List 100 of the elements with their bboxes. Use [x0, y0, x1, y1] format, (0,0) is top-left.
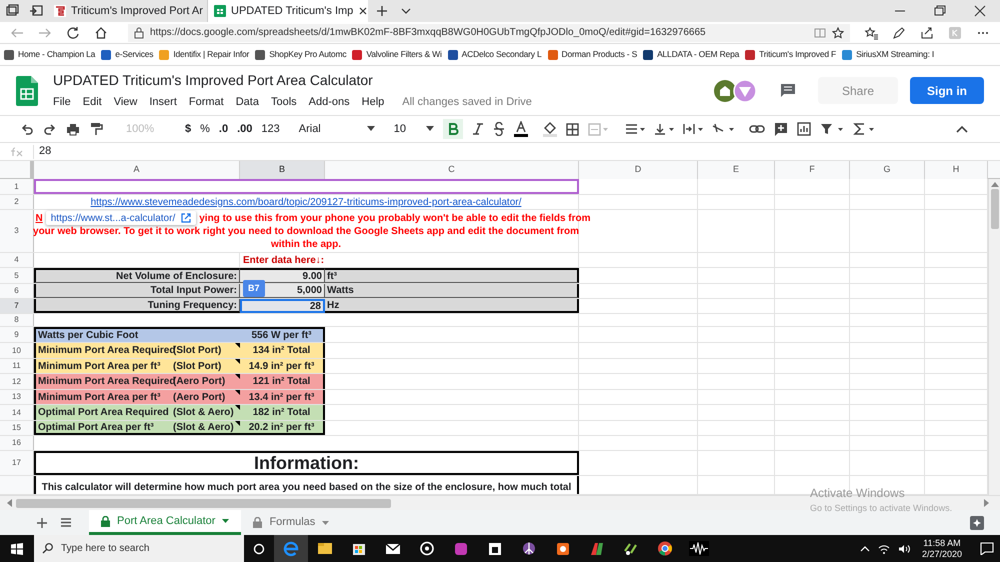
row-header[interactable]: 17 [0, 451, 34, 475]
speaker-icon[interactable] [898, 544, 910, 554]
search-input[interactable]: Type here to search [61, 541, 231, 556]
scroll-up-icon[interactable] [990, 181, 998, 187]
share-icon[interactable] [920, 26, 934, 40]
sheet-tab[interactable]: Formulas [241, 510, 342, 535]
reload-icon[interactable] [66, 26, 80, 40]
column-header[interactable]: G [850, 161, 925, 179]
close-icon[interactable] [358, 6, 368, 16]
text-color-icon[interactable] [514, 121, 528, 137]
home-icon[interactable] [94, 26, 108, 40]
edge-browser-icon[interactable] [274, 535, 308, 562]
text-wrap-icon[interactable] [682, 123, 703, 135]
menu-item[interactable]: Tools [270, 94, 297, 111]
filter-icon[interactable] [820, 123, 844, 135]
task-view-icon[interactable] [253, 542, 265, 554]
row-header[interactable]: 16 [0, 436, 34, 450]
row-header[interactable]: 12 [0, 374, 34, 389]
percent-format[interactable]: % [200, 120, 210, 138]
strikethrough-icon[interactable] [492, 122, 505, 136]
reading-view-icon[interactable] [814, 26, 826, 38]
row-header[interactable]: 10 [0, 343, 34, 358]
formula-input[interactable]: 28 [34, 143, 1000, 160]
menu-item[interactable]: Edit [82, 94, 102, 111]
row-header[interactable]: 2 [0, 195, 34, 209]
comment-icon[interactable] [780, 82, 796, 98]
row-header[interactable]: 14 [0, 405, 34, 420]
row-header[interactable]: 8 [0, 314, 34, 326]
collapse-icon[interactable] [956, 125, 968, 133]
address-field[interactable]: https://docs.google.com/spreadsheets/d/1mwBK02mF-8BF3mxqqB8WG0H0GUbTmgQfpJODlo_0moQ/edit#gid=1632976665 [128, 24, 850, 42]
star-icon[interactable] [832, 26, 844, 38]
row-header[interactable]: 1 [0, 179, 34, 194]
paint-format-icon[interactable] [89, 122, 103, 136]
row-header[interactable]: 15 [0, 421, 34, 435]
search-box[interactable]: Type here to search [34, 535, 244, 562]
merged-cell[interactable] [34, 179, 579, 194]
row-header[interactable]: 11 [0, 359, 34, 373]
tab-actions-icon[interactable] [5, 4, 19, 18]
row-header[interactable]: 4 [0, 253, 34, 267]
align-icon[interactable] [624, 123, 645, 135]
external-link-icon[interactable] [181, 213, 192, 223]
menu-item[interactable]: Help [362, 94, 384, 111]
set-aside-tabs-icon[interactable] [29, 4, 43, 18]
scrollbar-thumb[interactable] [16, 498, 391, 508]
link-icon[interactable] [748, 124, 765, 134]
input-cell[interactable]: 9.00 [240, 268, 325, 283]
vertical-align-icon[interactable] [654, 123, 674, 135]
bookmark-link[interactable]: SiriusXM Streaming: I [842, 48, 934, 61]
bookmark-link[interactable]: e-Services [101, 48, 154, 61]
chart-icon[interactable] [796, 122, 811, 136]
scrollbar-thumb[interactable] [990, 189, 998, 229]
sheet-tab[interactable]: Port Area Calculator [89, 510, 242, 535]
menu-item[interactable]: Data [236, 94, 259, 111]
all-sheets-icon[interactable] [61, 518, 71, 527]
sign-in-button[interactable]: Sign in [910, 77, 984, 104]
row-header[interactable]: 5 [0, 268, 34, 283]
column-header[interactable]: H [925, 161, 988, 179]
url-link[interactable]: https://www.stevemeadedesigns.com/board/topic/209127-triticums-improved-port-area-calculator/ [90, 194, 522, 210]
menu-item[interactable]: View [114, 94, 138, 111]
decrease-decimals[interactable]: .0 [218, 120, 228, 138]
bookmark-link[interactable]: Home - Champion La [4, 48, 96, 61]
menu-item[interactable]: Insert [149, 94, 177, 111]
column-header[interactable]: C [325, 161, 579, 179]
font-select[interactable]: Arial [298, 120, 375, 138]
bookmark-link[interactable]: ALLDATA - OEM Repa [643, 48, 740, 61]
row-header[interactable]: 7 [0, 299, 34, 313]
menu-item[interactable]: File [53, 94, 71, 111]
document-title[interactable]: UPDATED Triticum's Improved Port Area Calculator [53, 70, 532, 92]
text-rotation-icon[interactable] [712, 123, 734, 135]
insert-comment-icon[interactable] [774, 122, 788, 136]
row-header[interactable]: 9 [0, 327, 34, 342]
borders-icon[interactable] [566, 122, 579, 136]
bookmark-link[interactable]: Valvoline Filters & Wi [352, 48, 442, 61]
pen-icon[interactable] [892, 26, 906, 40]
link-tooltip[interactable]: https://www.st...a-calculator/ [46, 211, 196, 225]
column-header[interactable]: B [240, 161, 325, 179]
row-header[interactable]: 6 [0, 284, 34, 298]
bookmark-link[interactable]: Identifix | Repair Infor [159, 48, 250, 61]
column-header[interactable]: D [579, 161, 698, 179]
redo-icon[interactable] [43, 122, 57, 136]
font-size-select[interactable]: 10 [394, 120, 434, 138]
bookmark-link[interactable]: Dorman Products - S [548, 48, 638, 61]
more-formats[interactable]: 123 [261, 120, 280, 138]
windows-start-icon[interactable] [11, 542, 23, 554]
bold-icon[interactable] [442, 119, 463, 139]
row-header[interactable]: 13 [0, 390, 34, 404]
menu-item[interactable]: Add-ons [308, 94, 350, 111]
new-tab-icon[interactable] [376, 5, 388, 17]
column-header[interactable]: E [698, 161, 775, 179]
bookmark-link[interactable]: ShopKey Pro Automc [255, 48, 346, 61]
undo-icon[interactable] [20, 122, 34, 136]
currency-format[interactable]: $ [185, 120, 192, 138]
menu-item[interactable]: Format [188, 94, 224, 111]
column-header[interactable]: A [34, 161, 240, 179]
increase-decimals[interactable]: .00 [237, 120, 252, 138]
merge-cells-icon[interactable] [588, 122, 608, 136]
functions-icon[interactable] [852, 123, 875, 135]
fill-color-icon[interactable] [542, 121, 557, 137]
explore-icon[interactable] [970, 516, 984, 530]
notifications-icon[interactable] [980, 542, 994, 555]
